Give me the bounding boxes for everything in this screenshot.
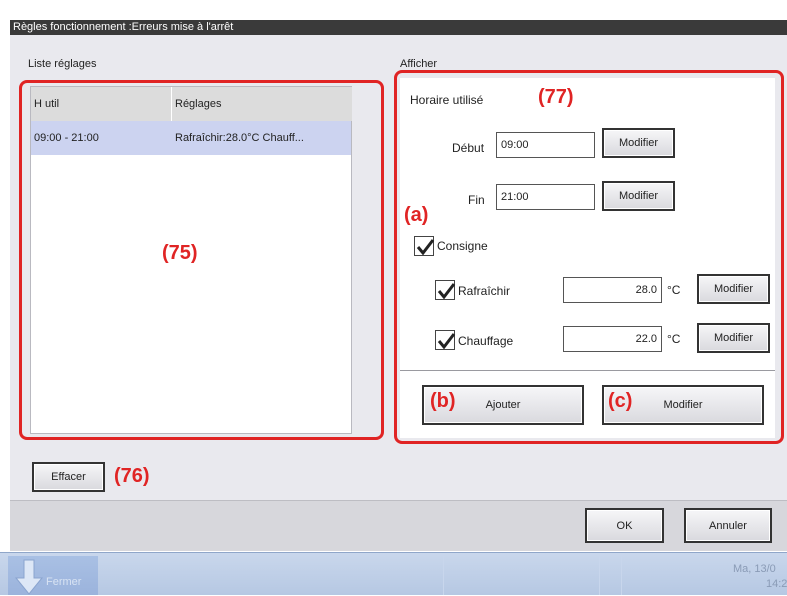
display-section-label: Afficher — [400, 58, 438, 70]
taskbar-divider — [621, 556, 622, 595]
heat-label: Chauffage — [458, 334, 514, 348]
list-section-label: Liste réglages — [28, 58, 97, 70]
taskbar-time: 14:2 — [766, 578, 787, 590]
callout-label-76: (76) — [114, 465, 150, 487]
cancel-button[interactable]: Annuler — [684, 508, 772, 543]
taskbar — [0, 552, 787, 595]
callout-label-c: (c) — [608, 390, 633, 412]
cool-checkbox[interactable] — [435, 280, 456, 300]
checkmark-icon — [416, 239, 435, 256]
start-time-field[interactable]: 09:00 — [496, 132, 595, 158]
callout-label-77: (77) — [538, 86, 574, 108]
window-title: Règles fonctionnement :Erreurs mise à l'… — [13, 21, 234, 33]
schedule-label: Horaire utilisé — [410, 93, 484, 107]
cool-label: Rafraîchir — [458, 284, 511, 298]
down-arrow-icon — [14, 559, 44, 595]
end-time-field[interactable]: 21:00 — [496, 184, 595, 210]
cool-temp-field[interactable]: 28.0 — [563, 277, 662, 303]
callout-label-75: (75) — [162, 242, 198, 264]
ok-button[interactable]: OK — [585, 508, 664, 543]
title-bar: Règles fonctionnement :Erreurs mise à l'… — [0, 0, 787, 35]
add-button-label: Ajouter — [485, 399, 521, 411]
callout-box-75 — [19, 80, 384, 440]
setpoint-checkbox[interactable] — [414, 236, 435, 256]
checkmark-icon — [437, 283, 456, 300]
end-label: Fin — [468, 193, 485, 207]
delete-button[interactable]: Effacer — [32, 462, 105, 492]
setpoint-label: Consigne — [437, 239, 488, 253]
apply-modify-button-label: Modifier — [663, 399, 703, 411]
taskbar-divider — [443, 556, 444, 595]
heat-checkbox[interactable] — [435, 330, 456, 350]
heat-unit: °C — [667, 332, 681, 346]
taskbar-date: Ma, 13/0 — [733, 563, 776, 575]
modify-cool-button[interactable]: Modifier — [697, 274, 770, 304]
cool-unit: °C — [667, 283, 681, 297]
dialog-footer — [10, 500, 787, 551]
close-start-button[interactable]: Fermer — [8, 556, 98, 595]
modify-heat-button[interactable]: Modifier — [697, 323, 770, 353]
modify-end-button[interactable]: Modifier — [602, 181, 675, 211]
checkmark-icon — [437, 333, 456, 350]
taskbar-divider — [599, 556, 600, 595]
callout-label-a: (a) — [404, 204, 429, 226]
callout-label-b: (b) — [430, 390, 456, 412]
modify-start-button[interactable]: Modifier — [602, 128, 675, 158]
heat-temp-field[interactable]: 22.0 — [563, 326, 662, 352]
start-label: Début — [452, 141, 485, 155]
start-label: Fermer — [46, 576, 82, 588]
